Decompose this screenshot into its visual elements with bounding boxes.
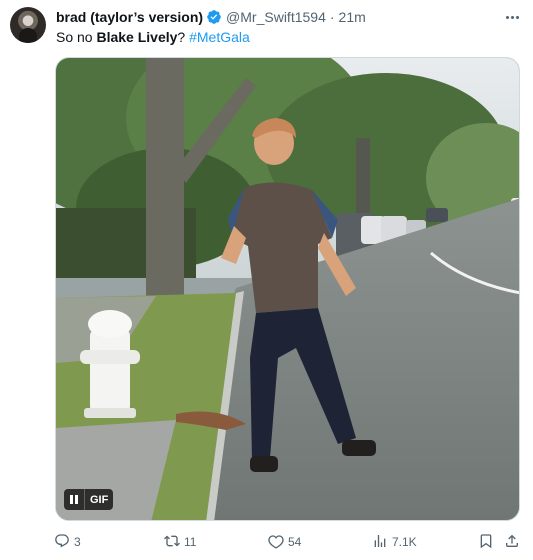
reply-count: 3: [74, 535, 81, 549]
views-count: 7.1K: [392, 535, 417, 549]
like-count: 54: [288, 535, 302, 549]
gif-badge[interactable]: GIF: [64, 489, 114, 510]
hashtag-link[interactable]: #MetGala: [189, 29, 250, 45]
display-name[interactable]: brad (taylor’s version): [56, 9, 203, 25]
avatar[interactable]: [10, 7, 46, 43]
share-icon: [504, 533, 520, 552]
text-prefix: So no: [56, 29, 97, 45]
gif-media[interactable]: [55, 57, 520, 521]
reply-icon: [54, 533, 70, 552]
action-bar: 3 11 54 7.1K: [54, 532, 522, 552]
views-chart-icon: [372, 533, 388, 552]
bookmark-icon: [478, 533, 494, 552]
gif-label: GIF: [84, 489, 114, 510]
retweet-button[interactable]: 11: [164, 532, 196, 552]
views-button[interactable]: 7.1K: [372, 532, 417, 552]
bookmark-button[interactable]: [478, 532, 494, 552]
timestamp[interactable]: 21m: [339, 9, 366, 25]
more-dots-icon[interactable]: [502, 8, 522, 26]
reply-button[interactable]: 3: [54, 532, 81, 552]
separator: ·: [329, 9, 335, 25]
text-mid: ?: [177, 29, 190, 45]
heart-icon: [268, 533, 284, 552]
pause-icon[interactable]: [64, 489, 84, 510]
retweet-count: 11: [184, 535, 197, 549]
gif-frame-illustration: [56, 58, 519, 520]
text-bold: Blake Lively: [96, 29, 178, 45]
like-button[interactable]: 54: [268, 532, 301, 552]
tweet-text: So no Blake Lively? #MetGala: [56, 28, 250, 46]
handle[interactable]: @Mr_Swift1594: [226, 9, 326, 25]
share-button[interactable]: [504, 532, 520, 552]
retweet-icon: [164, 533, 180, 552]
tweet-header: brad (taylor’s version) @Mr_Swift1594 · …: [56, 8, 366, 26]
verified-badge-icon: [206, 9, 222, 25]
tweet[interactable]: brad (taylor’s version) @Mr_Swift1594 · …: [0, 0, 533, 560]
